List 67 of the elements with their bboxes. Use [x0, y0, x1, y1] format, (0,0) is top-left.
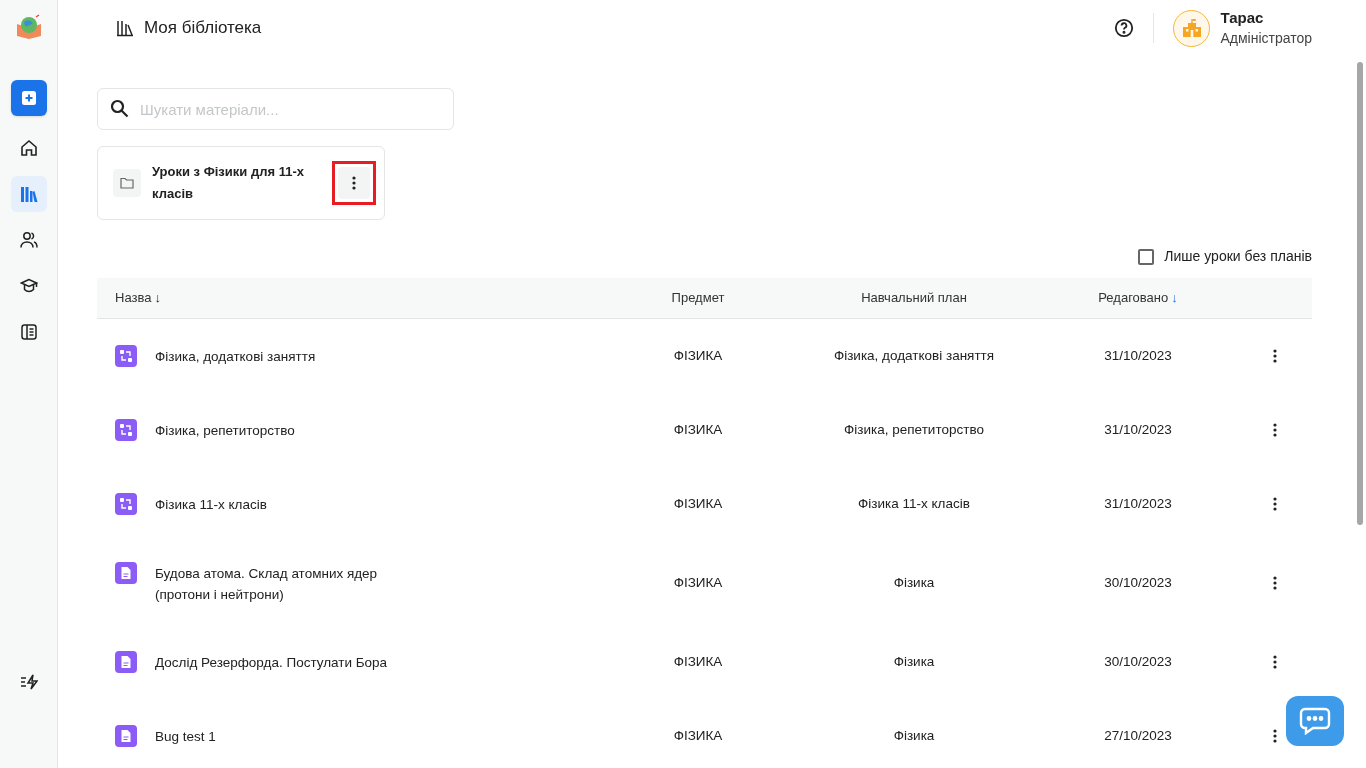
help-icon[interactable] — [1114, 18, 1135, 38]
lesson-title[interactable]: Дослід Резерфорда. Постулати Бора — [155, 652, 425, 673]
user-name: Тарас — [1220, 8, 1265, 28]
plan-icon — [115, 345, 137, 367]
graduation-cap-icon — [19, 278, 38, 294]
lesson-title[interactable]: Фізика, репетиторство — [155, 420, 425, 441]
lesson-title[interactable]: Bug test 1 — [155, 726, 425, 747]
document-icon — [115, 561, 137, 584]
more-vertical-icon — [1272, 349, 1277, 363]
subject-cell: ФІЗИКА — [673, 727, 723, 743]
document-icon — [115, 651, 137, 673]
user-role: Адміністратор — [1220, 29, 1312, 48]
more-vertical-icon — [1272, 729, 1277, 743]
subject-cell: ФІЗИКА — [673, 653, 723, 669]
plan-icon — [115, 493, 137, 515]
home-icon — [19, 139, 38, 157]
books-icon — [19, 186, 38, 202]
search-icon — [110, 99, 129, 118]
globe-book-logo — [14, 14, 43, 40]
notebook-icon — [19, 323, 38, 341]
subject-cell: ФІЗИКА — [673, 574, 723, 590]
column-header: Предмет — [671, 290, 725, 306]
people-icon — [19, 231, 38, 249]
date-cell: 27/10/2023 — [1104, 727, 1172, 743]
date-cell: 30/10/2023 — [1104, 574, 1172, 590]
plan-cell: Фізика, репетиторство — [844, 421, 984, 437]
plus-square-icon — [21, 91, 36, 105]
more-vertical-icon — [1272, 655, 1277, 669]
more-vertical-icon — [1272, 497, 1277, 511]
sort-arrow-icon[interactable]: ↓ — [154, 290, 161, 306]
books-icon — [116, 19, 134, 37]
more-vertical-icon — [1272, 423, 1277, 437]
column-header[interactable]: Назва — [115, 290, 152, 306]
search-field[interactable]: Шукати матеріали... — [97, 88, 454, 130]
filter-label: Лише уроки без планів — [1164, 247, 1312, 266]
plan-cell: Фізика — [893, 574, 935, 590]
folder-title: Уроки з Фізики для 11-х класів — [152, 163, 305, 203]
lightning-list-icon[interactable] — [19, 674, 38, 690]
page-title: Моя бібліотека — [144, 17, 262, 40]
checkbox[interactable] — [1138, 248, 1155, 265]
lesson-title[interactable]: Фізика, додаткові заняття — [155, 346, 425, 367]
chat-bubble-icon — [1299, 707, 1331, 735]
date-cell: 31/10/2023 — [1104, 347, 1172, 363]
date-cell: 30/10/2023 — [1104, 653, 1172, 669]
document-icon — [115, 725, 137, 747]
subject-cell: ФІЗИКА — [673, 347, 723, 363]
folder-icon — [113, 169, 141, 197]
subject-cell: ФІЗИКА — [673, 495, 723, 511]
plan-cell: Фізика — [893, 653, 935, 669]
date-cell: 31/10/2023 — [1104, 421, 1172, 437]
column-header: Навчальний план — [861, 290, 967, 306]
more-vertical-icon — [1272, 576, 1277, 590]
more-vertical-icon — [352, 176, 356, 190]
plan-cell: Фізика — [893, 727, 935, 743]
column-header[interactable]: Редаговано — [1098, 290, 1169, 306]
plan-cell: Фізика 11-х класів — [858, 495, 970, 511]
date-cell: 31/10/2023 — [1104, 495, 1172, 511]
scrollbar[interactable] — [1357, 62, 1363, 525]
sort-arrow-icon[interactable]: ↓ — [1171, 290, 1178, 306]
folder-card[interactable]: Уроки з Фізики для 11-х класів — [97, 146, 385, 220]
create-button[interactable] — [10, 80, 47, 116]
lesson-title[interactable]: Фізика 11-х класів — [155, 494, 425, 515]
subject-cell: ФІЗИКА — [673, 421, 723, 437]
lesson-title[interactable]: Будова атома. Склад атомних ядер (протони і нейтрони) — [155, 562, 425, 605]
plan-cell: Фізика, додаткові заняття — [833, 347, 995, 363]
school-building-icon — [1181, 19, 1202, 37]
plan-icon — [115, 419, 137, 441]
